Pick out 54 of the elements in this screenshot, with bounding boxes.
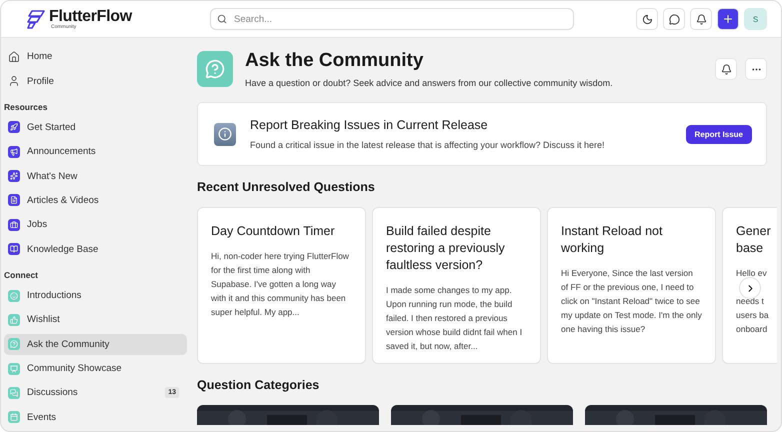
question-title: Instant Reload not working	[561, 223, 664, 257]
question-card[interactable]: Gener base Hello ev needs t users ba onboard	[722, 207, 777, 364]
question-title-line: base	[736, 240, 764, 257]
question-excerpt: I made some changes to my app. Upon running run mode, the build failed. I then restored a previous version whose build didnt fail when I saved it, but now, after...	[386, 284, 524, 353]
avatar[interactable]: S	[744, 8, 767, 30]
question-excerpt-line: Hello ev	[736, 267, 768, 280]
page-subtitle: Have a question or doubt? Seek advice and answers from our collective community wisdom.	[245, 78, 613, 88]
question-excerpt: Hi, non-coder here trying FlutterFlow for the first time along with Supabase. I've gotten a long way with it and this community has been super helpful. My app...	[211, 250, 350, 319]
plus-icon	[722, 13, 734, 25]
logo-icon	[27, 10, 45, 28]
section-heading: Question Categories	[197, 378, 320, 392]
sidebar-item[interactable]: Get Started	[4, 116, 187, 138]
search-icon	[217, 14, 227, 24]
sidebar-item[interactable]: Events	[4, 406, 187, 428]
sidebar-item[interactable]: Wishlist	[4, 309, 187, 331]
sidebar-item[interactable]: Home	[4, 46, 187, 68]
question-card[interactable]	[372, 207, 541, 364]
search-field[interactable]: Search...	[210, 8, 574, 30]
report-issue-button[interactable]: Report Issue	[686, 124, 752, 144]
sidebar-item[interactable]: Knowledge Base	[4, 238, 187, 260]
question-card[interactable]: Day Countdown Timer Hi, non-coder here trying FlutterFlow for the first time along with Supabase. I've gotten a long way with it and this community has been super helpful. My app...	[197, 207, 366, 364]
section-heading: Recent Unresolved Questions	[197, 180, 376, 194]
question-title-line: Gener	[736, 223, 772, 240]
sidebar-section-title: Resources	[4, 100, 48, 114]
question-card[interactable]: Instant Reload not working Hi Everyone, Since the last version of FF or the previous one, I need to click on "Instant Reload" twice to see my update on Test mode. I'm the only one having this issue?	[547, 207, 716, 364]
sidebar-item[interactable]: Announcements	[4, 141, 187, 162]
sidebar-item[interactable]: Profile	[4, 70, 187, 92]
question-excerpt-line: needs t	[736, 295, 765, 308]
question-excerpt-line: users ba	[736, 309, 770, 322]
page-title: Ask the Community	[245, 50, 424, 72]
banner-text: Found a critical issue in the latest release that is affecting your workflow? Discuss it here!	[250, 140, 604, 150]
sidebar-item[interactable]: Jobs	[4, 214, 187, 236]
person-icon	[8, 75, 20, 88]
sidebar-item[interactable]: Introductions	[4, 284, 187, 306]
search-input[interactable]: Search...	[232, 12, 567, 26]
sidebar-item[interactable]: Ask the Community	[4, 334, 187, 355]
moon-icon[interactable]	[636, 8, 658, 30]
house-icon	[8, 50, 20, 63]
question-title: Build failed despite restoring a previously faultless version?	[386, 223, 506, 274]
chat-icon[interactable]	[663, 8, 685, 30]
question-excerpt-line: onboard	[736, 323, 768, 336]
bell-icon[interactable]	[690, 8, 712, 30]
info-icon	[214, 122, 236, 146]
question-excerpt: Hi Everyone, Since the last version of FF or the previous one, I need to click on "Instant Reload" twice to see my update on Test mode. I'm the only one having this issue?	[561, 267, 702, 336]
logo-name: FlutterFlow	[49, 8, 132, 24]
sidebar-item[interactable]: What's New	[4, 165, 187, 187]
banner-title: Report Breaking Issues in Current Release	[250, 118, 489, 132]
sidebar-item[interactable]: Articles & Videos	[4, 190, 187, 212]
sidebar-section-title: Connect	[4, 268, 39, 282]
plus-button[interactable]	[717, 8, 739, 30]
bell-icon[interactable]	[715, 58, 737, 80]
question-title: Day Countdown Timer	[211, 223, 336, 240]
question-bubble-icon	[197, 51, 233, 87]
sidebar-item[interactable]: Community Showcase	[4, 358, 187, 380]
